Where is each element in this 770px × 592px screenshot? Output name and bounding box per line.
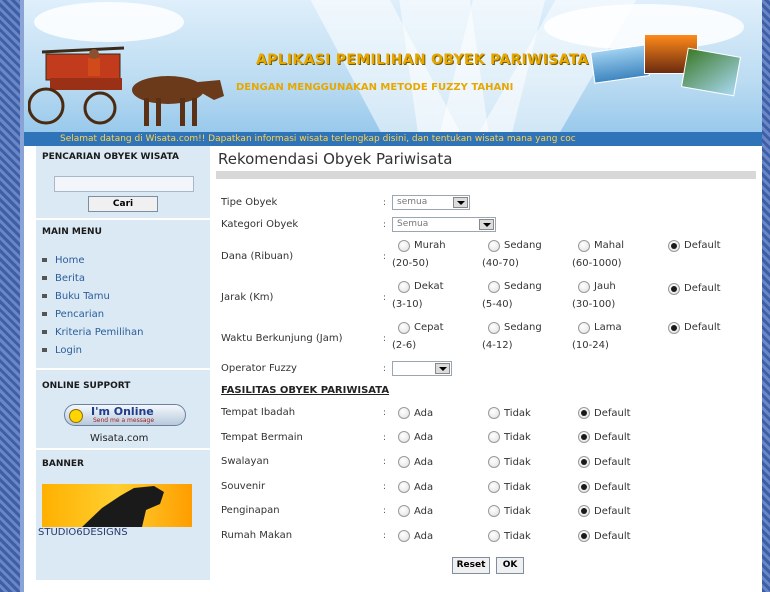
studio-banner-image[interactable]	[42, 484, 192, 527]
bullet-icon	[42, 330, 47, 334]
smiley-icon	[69, 409, 83, 423]
menu-item-pencarian[interactable]: Pencarian	[42, 306, 143, 324]
divider	[36, 368, 210, 370]
kategori-obyek-label: Kategori Obyek	[221, 219, 299, 230]
menu-item-home[interactable]: Home	[42, 252, 143, 270]
app-subtitle: DENGAN MENGGUNAKAN METODE FUZZY TAHANI	[236, 82, 514, 93]
rumah-makan-tidak-radio[interactable]	[488, 530, 500, 542]
main-menu: Home Berita Buku Tamu Pencarian Kriteria…	[42, 252, 143, 360]
waktu-lama-radio[interactable]	[578, 322, 590, 334]
tempat-bermain-ada-radio[interactable]	[398, 431, 410, 443]
menu-item-buku-tamu[interactable]: Buku Tamu	[42, 288, 143, 306]
photo-waterfall	[680, 47, 742, 97]
online-support-heading: ONLINE SUPPORT	[42, 381, 131, 391]
left-decorative-border	[0, 0, 20, 592]
rumah-makan-ada-radio[interactable]	[398, 530, 410, 542]
search-button[interactable]: Cari	[88, 196, 158, 212]
dropdown-arrow-icon	[453, 197, 468, 208]
header-banner: APLIKASI PEMILIHAN OBYEK PARIWISATA DENG…	[24, 0, 762, 146]
waktu-cepat-radio[interactable]	[398, 322, 410, 334]
menu-item-kriteria[interactable]: Kriteria Pemilihan	[42, 324, 143, 342]
silhouette-icon	[82, 486, 164, 527]
title-underline-bar	[216, 171, 756, 179]
fasilitas-label-souvenir: Souvenir	[221, 481, 266, 492]
dana-sedang-radio[interactable]	[488, 240, 500, 252]
waktu-label: Waktu Berkunjung (Jam)	[221, 333, 343, 344]
page-title: Rekomendasi Obyek Pariwisata	[218, 150, 453, 168]
sidebar: PENCARIAN OBYEK WISATA Cari MAIN MENU Ho…	[36, 146, 210, 580]
operator-fuzzy-select[interactable]	[392, 361, 452, 376]
dana-murah-radio[interactable]	[398, 240, 410, 252]
souvenir-tidak-radio[interactable]	[488, 481, 500, 493]
bullet-icon	[42, 348, 47, 352]
waktu-default-radio[interactable]	[668, 322, 680, 334]
jarak-default-radio[interactable]	[668, 283, 680, 295]
menu-item-berita[interactable]: Berita	[42, 270, 143, 288]
operator-fuzzy-label: Operator Fuzzy	[221, 363, 297, 374]
penginapan-default-radio[interactable]	[578, 505, 590, 517]
menu-item-login[interactable]: Login	[42, 342, 143, 360]
jarak-jauh-radio[interactable]	[578, 281, 590, 293]
bullet-icon	[42, 312, 47, 316]
penginapan-ada-radio[interactable]	[398, 505, 410, 517]
rumah-makan-default-radio[interactable]	[578, 530, 590, 542]
search-heading: PENCARIAN OBYEK WISATA	[42, 152, 179, 162]
main-menu-heading: MAIN MENU	[42, 227, 102, 237]
kategori-obyek-select[interactable]: Semua	[392, 217, 496, 232]
souvenir-ada-radio[interactable]	[398, 481, 410, 493]
ok-button[interactable]: OK	[496, 557, 524, 574]
photo-lake	[590, 44, 650, 84]
fasilitas-label-penginapan: Penginapan	[221, 505, 280, 516]
tempat-ibadah-ada-radio[interactable]	[398, 407, 410, 419]
bullet-icon	[42, 276, 47, 280]
swalayan-default-radio[interactable]	[578, 456, 590, 468]
bullet-icon	[42, 294, 47, 298]
fasilitas-heading: FASILITAS OBYEK PARIWISATA	[221, 385, 390, 396]
waktu-sedang-radio[interactable]	[488, 322, 500, 334]
dropdown-arrow-icon	[435, 363, 450, 374]
search-input[interactable]	[54, 176, 194, 192]
jarak-sedang-radio[interactable]	[488, 281, 500, 293]
tipe-obyek-select[interactable]: semua	[392, 195, 470, 210]
fasilitas-label-rumah-makan: Rumah Makan	[221, 530, 293, 541]
jarak-label: Jarak (Km)	[221, 292, 274, 303]
jarak-dekat-radio[interactable]	[398, 281, 410, 293]
tempat-bermain-default-radio[interactable]	[578, 431, 590, 443]
banner-link[interactable]: STUDIO6DESIGNS	[38, 527, 128, 538]
horse-carriage-image	[28, 46, 224, 126]
fasilitas-label-tempat-bermain: Tempat Bermain	[221, 432, 303, 443]
right-decorative-border	[762, 0, 770, 592]
dana-mahal-radio[interactable]	[578, 240, 590, 252]
souvenir-default-radio[interactable]	[578, 481, 590, 493]
swalayan-ada-radio[interactable]	[398, 456, 410, 468]
dropdown-arrow-icon	[479, 219, 494, 230]
fasilitas-label-tempat-ibadah: Tempat Ibadah	[221, 407, 296, 418]
reset-button[interactable]: Reset	[452, 557, 490, 574]
bullet-icon	[42, 258, 47, 262]
banner-heading: BANNER	[42, 459, 84, 469]
divider	[36, 218, 210, 220]
fasilitas-label-swalayan: Swalayan	[221, 456, 269, 467]
swalayan-tidak-radio[interactable]	[488, 456, 500, 468]
app-title: APLIKASI PEMILIHAN OBYEK PARIWISATA	[256, 52, 589, 68]
welcome-marquee: Selamat datang di Wisata.com!! Dapatkan …	[24, 132, 762, 146]
yahoo-messenger-status-button[interactable]: I'm Online Send me a message	[64, 404, 186, 426]
penginapan-tidak-radio[interactable]	[488, 505, 500, 517]
dana-default-radio[interactable]	[668, 240, 680, 252]
support-site-label: Wisata.com	[90, 433, 149, 444]
tipe-obyek-label: Tipe Obyek	[221, 197, 278, 208]
dana-label: Dana (Ribuan)	[221, 251, 294, 262]
tempat-ibadah-default-radio[interactable]	[578, 407, 590, 419]
tempat-ibadah-tidak-radio[interactable]	[488, 407, 500, 419]
tempat-bermain-tidak-radio[interactable]	[488, 431, 500, 443]
divider	[36, 448, 210, 450]
